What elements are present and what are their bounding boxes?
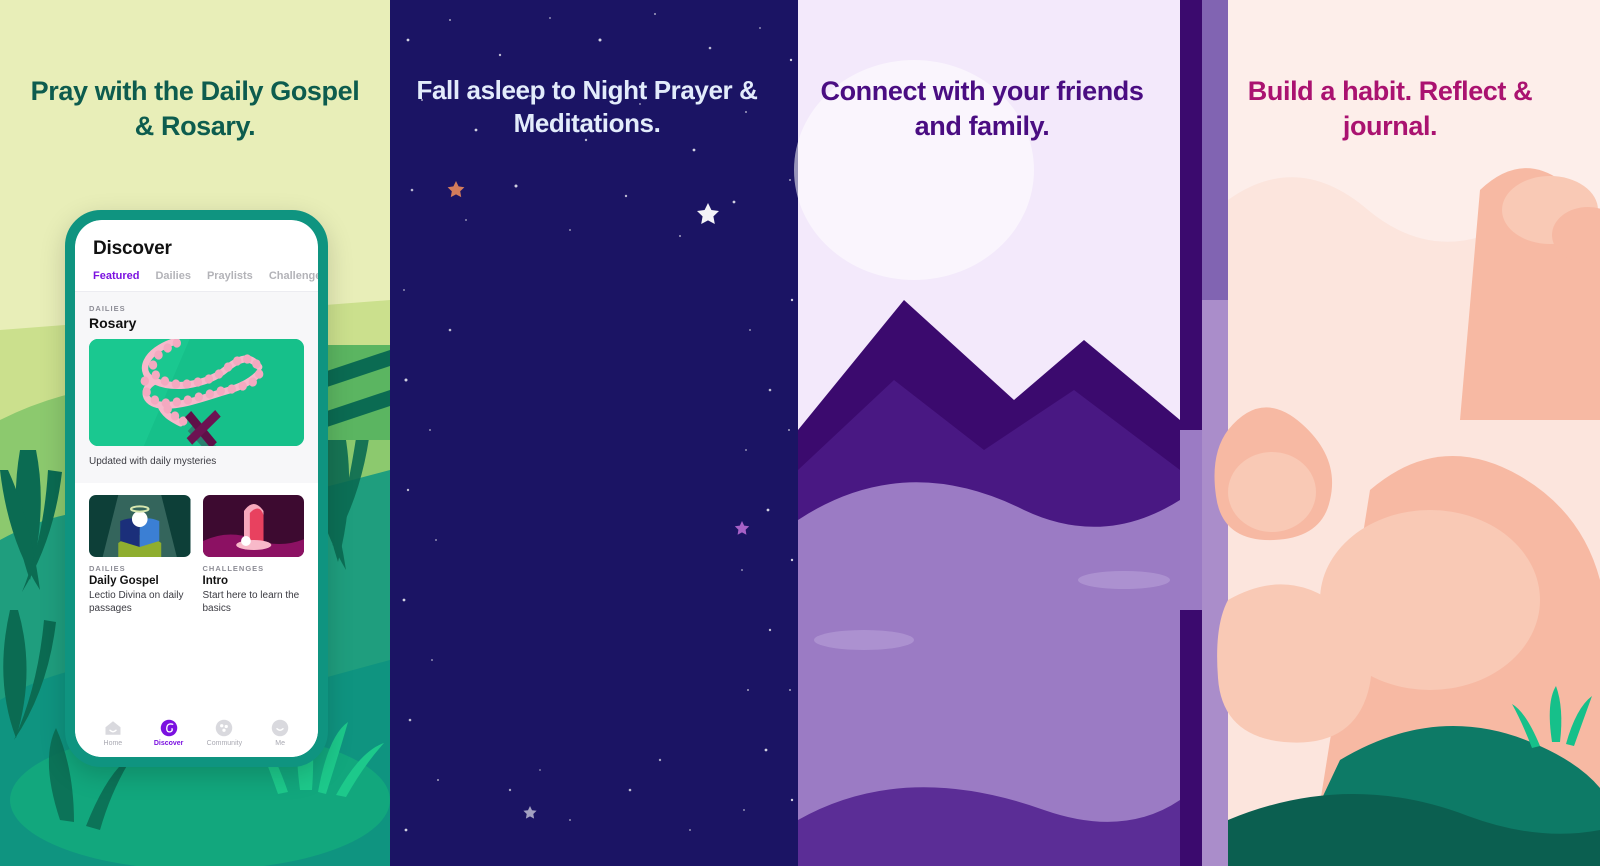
- featured-eyebrow: DAILIES: [89, 304, 126, 313]
- nav-label-community: Community: [206, 740, 243, 747]
- page-title: Discover: [93, 238, 172, 259]
- featured-section[interactable]: DAILIES Rosary Updated with daily myster…: [75, 292, 318, 483]
- panel-headline: Connect with your friends and family.: [820, 76, 1144, 141]
- panel-community: Connect with your friends and family. Co…: [784, 0, 1180, 866]
- intro-title: Intro: [202, 574, 229, 587]
- rosary-card-image[interactable]: [89, 339, 304, 446]
- panel-headline: Fall asleep to Night Prayer & Meditation…: [416, 75, 758, 139]
- tab-featured[interactable]: Featured: [93, 270, 139, 282]
- discover-tab-bar: Featured Dailies Praylists Challenges: [75, 260, 318, 291]
- daily-gospel-image: [89, 494, 191, 557]
- panel-habit: Build a habit. Reflect & journal. Hi Eri…: [1180, 0, 1600, 866]
- app-screen-discover: Discover Featured Dailies Praylists Chal…: [75, 220, 318, 757]
- panel-daily-gospel: Pray with the Daily Gospel & Rosary. Dis…: [0, 0, 390, 866]
- featured-title: Rosary: [89, 315, 137, 331]
- panel-headline: Pray with the Daily Gospel & Rosary.: [30, 76, 360, 141]
- nav-label-discover: Discover: [153, 740, 184, 747]
- intro-image: [202, 494, 304, 557]
- intro-eyebrow: CHALLENGES: [202, 563, 265, 573]
- nav-item-me[interactable]: Me: [252, 719, 308, 747]
- featured-subtitle: Updated with daily mysteries: [89, 456, 217, 467]
- daily-gospel-eyebrow: DAILIES: [89, 563, 126, 573]
- panel-headline: Build a habit. Reflect & journal.: [1247, 76, 1533, 141]
- card-intro[interactable]: CHALLENGES Intro Start here to learn the…: [202, 494, 304, 616]
- nav-item-discover[interactable]: Discover: [141, 719, 197, 747]
- phone-mockup-discover: Discover Featured Dailies Praylists Chal…: [65, 210, 328, 767]
- nav-label-home: Home: [103, 740, 123, 747]
- tab-dailies[interactable]: Dailies: [155, 270, 190, 282]
- nav-item-home[interactable]: Home: [85, 719, 141, 747]
- daily-gospel-subtitle: Lectio Divina on daily passages: [89, 589, 184, 615]
- discover-card-grid: DAILIES Daily Gospel Lectio Divina on da…: [75, 483, 318, 616]
- spiral-icon: [160, 719, 177, 737]
- home-icon: [105, 721, 121, 735]
- nav-label-me: Me: [275, 740, 285, 747]
- bottom-nav: Home Discover Community Me: [75, 711, 318, 757]
- community-icon: [216, 719, 233, 737]
- intro-subtitle: Start here to learn the basics: [202, 589, 300, 615]
- nav-item-community[interactable]: Community: [197, 719, 253, 747]
- tab-praylists[interactable]: Praylists: [207, 270, 253, 282]
- tab-challenges[interactable]: Challenges: [269, 270, 318, 282]
- card-daily-gospel[interactable]: DAILIES Daily Gospel Lectio Divina on da…: [89, 494, 191, 616]
- daily-gospel-title: Daily Gospel: [89, 574, 159, 587]
- face-icon: [271, 719, 289, 737]
- panel-night-prayer: Fall asleep to Night Prayer & Meditation…: [390, 0, 784, 866]
